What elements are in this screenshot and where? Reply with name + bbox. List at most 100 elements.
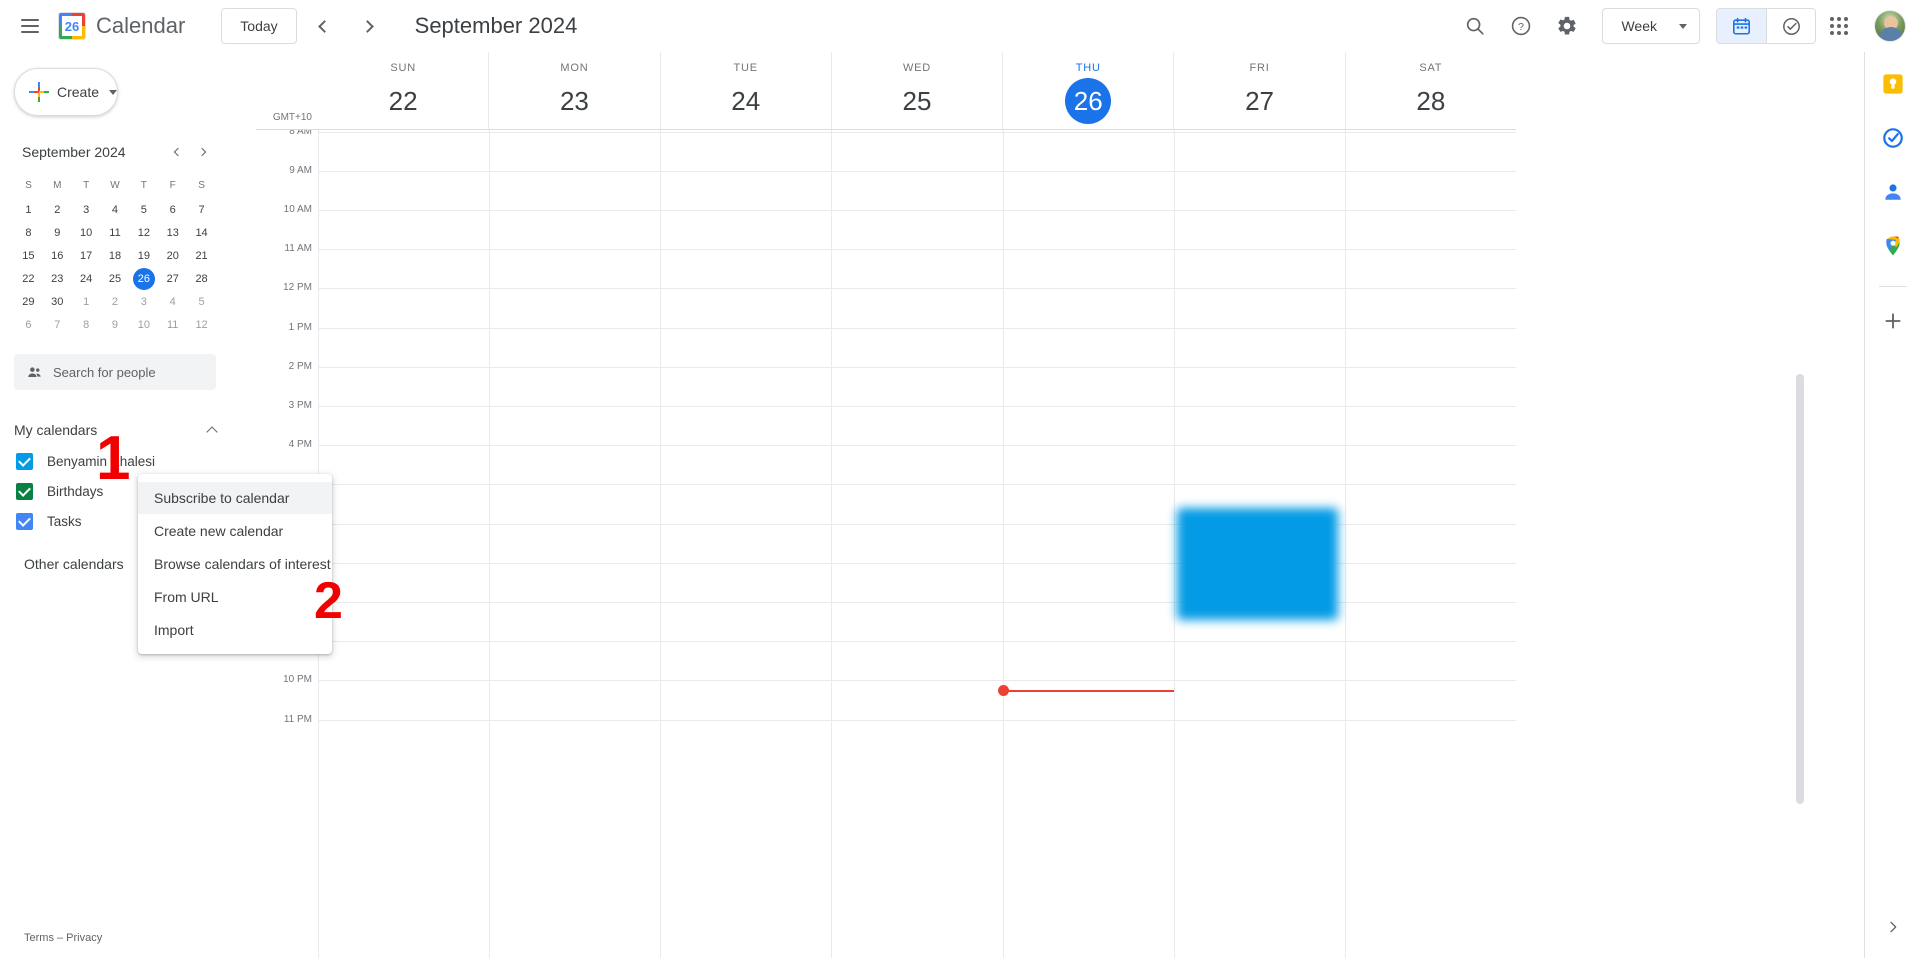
mini-calendar-day[interactable]: 9 <box>101 313 130 336</box>
mini-calendar-day[interactable]: 1 <box>14 198 43 221</box>
keep-app-button[interactable] <box>1873 64 1913 104</box>
calendar-event[interactable] <box>1176 508 1338 620</box>
context-menu-item[interactable]: Import <box>138 614 332 646</box>
mini-calendar-title: September 2024 <box>22 144 126 160</box>
avatar[interactable] <box>1874 10 1906 42</box>
mini-calendar-day[interactable]: 10 <box>72 221 101 244</box>
day-number-button[interactable]: 23 <box>551 78 597 124</box>
add-app-button[interactable] <box>1873 301 1913 341</box>
mini-calendar-next-button[interactable] <box>190 139 216 165</box>
calendar-logo[interactable]: 26 Calendar <box>58 12 185 40</box>
calendar-checkbox[interactable] <box>16 512 33 530</box>
mini-calendar-day[interactable]: 8 <box>14 221 43 244</box>
mini-calendar-day[interactable]: 12 <box>129 221 158 244</box>
day-number-button[interactable]: 24 <box>723 78 769 124</box>
day-number-button[interactable]: 22 <box>380 78 426 124</box>
day-header-column: SUN 22 <box>318 52 488 129</box>
mini-calendar-day[interactable]: 17 <box>72 244 101 267</box>
mini-calendar-day[interactable]: 4 <box>158 290 187 313</box>
mini-calendar-day[interactable]: 2 <box>101 290 130 313</box>
mini-calendar-day[interactable]: 25 <box>101 267 130 290</box>
settings-button[interactable] <box>1547 6 1587 46</box>
rail-divider <box>1878 286 1907 287</box>
search-button[interactable] <box>1455 6 1495 46</box>
day-header-column: FRI 27 <box>1173 52 1344 129</box>
mini-calendar-day[interactable]: 6 <box>14 313 43 336</box>
expand-side-panel-button[interactable] <box>1876 910 1910 944</box>
previous-period-button[interactable] <box>303 6 343 46</box>
time-grid[interactable]: 8 AM9 AM10 AM11 AM12 PM1 PM2 PM3 PM4 PM5… <box>256 130 1516 958</box>
mini-calendar-day[interactable]: 16 <box>43 244 72 267</box>
mini-calendar-day[interactable]: 27 <box>158 267 187 290</box>
day-column[interactable] <box>1344 130 1516 958</box>
mini-calendar-day[interactable]: 15 <box>14 244 43 267</box>
mini-calendar-day[interactable]: 11 <box>158 313 187 336</box>
day-number-button[interactable]: 28 <box>1408 78 1454 124</box>
day-column[interactable] <box>489 130 660 958</box>
mini-calendar-day[interactable]: 30 <box>43 290 72 313</box>
mini-calendar-prev-button[interactable] <box>164 139 190 165</box>
mini-calendar-day[interactable]: 7 <box>187 198 216 221</box>
calendar-checkbox[interactable] <box>16 452 33 470</box>
mini-calendar-day[interactable]: 10 <box>129 313 158 336</box>
terms-privacy-link[interactable]: Terms – Privacy <box>24 932 102 944</box>
today-button[interactable]: Today <box>221 8 297 44</box>
day-header-column: MON 23 <box>488 52 659 129</box>
context-menu-item[interactable]: Subscribe to calendar <box>138 482 332 514</box>
tasks-mode-button[interactable] <box>1766 9 1815 43</box>
mini-calendar-day[interactable]: 12 <box>187 313 216 336</box>
context-menu-item[interactable]: Browse calendars of interest <box>138 548 332 580</box>
mini-calendar-day[interactable]: 18 <box>101 244 130 267</box>
help-button[interactable]: ? <box>1501 6 1541 46</box>
mini-calendar-day[interactable]: 7 <box>43 313 72 336</box>
context-menu-item[interactable]: From URL <box>138 581 332 613</box>
mini-calendar-day[interactable]: 29 <box>14 290 43 313</box>
plus-icon <box>29 82 49 102</box>
day-number-button[interactable]: 25 <box>894 78 940 124</box>
mini-calendar-day[interactable]: 19 <box>129 244 158 267</box>
mini-calendar-day[interactable]: 22 <box>14 267 43 290</box>
mini-calendar-day[interactable]: 6 <box>158 198 187 221</box>
mini-calendar-day[interactable]: 28 <box>187 267 216 290</box>
mini-calendar-day[interactable]: 3 <box>72 198 101 221</box>
tasks-app-button[interactable] <box>1873 118 1913 158</box>
mini-calendar-day[interactable]: 4 <box>101 198 130 221</box>
day-number-button[interactable]: 26 <box>1065 78 1112 124</box>
mini-calendar-day[interactable]: 8 <box>72 313 101 336</box>
maps-app-button[interactable] <box>1873 226 1913 266</box>
search-for-people-placeholder: Search for people <box>53 364 156 380</box>
create-button[interactable]: Create <box>14 68 118 116</box>
mini-calendar-day[interactable]: 23 <box>43 267 72 290</box>
mini-calendar-day[interactable]: 21 <box>187 244 216 267</box>
day-column[interactable] <box>660 130 831 958</box>
view-selector[interactable]: Week <box>1602 8 1700 44</box>
day-column[interactable] <box>1002 130 1174 958</box>
search-for-people-input[interactable]: Search for people <box>14 354 216 390</box>
day-number-button[interactable]: 27 <box>1237 78 1283 124</box>
mini-calendar-day[interactable]: 26 <box>129 267 158 290</box>
calendar-checkbox[interactable] <box>16 482 33 500</box>
mini-calendar-day[interactable]: 2 <box>43 198 72 221</box>
mini-calendar-day[interactable]: 20 <box>158 244 187 267</box>
mini-calendar-day[interactable]: 14 <box>187 221 216 244</box>
mini-calendar-day[interactable]: 5 <box>129 198 158 221</box>
mini-calendar-day[interactable]: 5 <box>187 290 216 313</box>
mini-calendar-day[interactable]: 24 <box>72 267 101 290</box>
chevron-right-icon <box>197 147 207 157</box>
top-app-bar: 26 Calendar Today September 2024 ? Week <box>0 0 1920 52</box>
mini-calendar-day[interactable]: 9 <box>43 221 72 244</box>
context-menu-item[interactable]: Create new calendar <box>138 515 332 547</box>
day-column[interactable] <box>831 130 1002 958</box>
next-period-button[interactable] <box>349 6 389 46</box>
mini-calendar-day[interactable]: 13 <box>158 221 187 244</box>
mini-calendar-grid: S M T W T F S 1 2 3 4 5 6 7 8 9 10 11 12 13 14 15 16 17 18 19 20 21… <box>14 174 216 336</box>
google-apps-button[interactable] <box>1819 6 1859 46</box>
mini-calendar-day[interactable]: 3 <box>129 290 158 313</box>
calendar-mode-button[interactable] <box>1717 9 1766 43</box>
mini-calendar-day[interactable]: 1 <box>72 290 101 313</box>
day-column[interactable] <box>318 130 489 958</box>
mini-calendar-day[interactable]: 11 <box>101 221 130 244</box>
hamburger-icon[interactable] <box>10 6 50 46</box>
vertical-scrollbar[interactable] <box>1796 374 1804 804</box>
contacts-app-button[interactable] <box>1873 172 1913 212</box>
